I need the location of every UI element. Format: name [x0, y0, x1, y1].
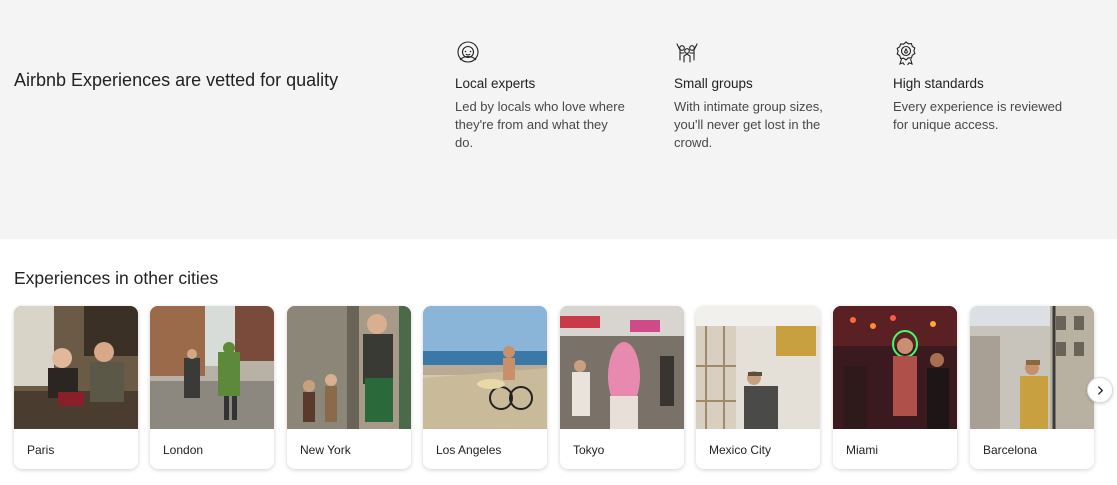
city-photo: [423, 306, 547, 429]
cities-heading: Experiences in other cities: [14, 268, 219, 288]
city-photo: [14, 306, 138, 429]
feature-small-groups: Small groups With intimate group sizes, …: [674, 40, 864, 152]
feature-description: Every experience is reviewed for unique …: [893, 99, 1063, 132]
city-name: Miami: [846, 443, 878, 457]
city-card-london[interactable]: London: [150, 306, 274, 469]
city-card-paris[interactable]: Paris: [14, 306, 138, 469]
high-standards-icon: [893, 40, 919, 66]
chevron-right-icon: [1097, 385, 1103, 395]
local-expert-icon: [455, 40, 481, 66]
feature-description: Led by locals who love where they're fro…: [455, 99, 625, 150]
city-photo: [287, 306, 411, 429]
city-card-los-angeles[interactable]: Los Angeles: [423, 306, 547, 469]
city-name: London: [163, 443, 204, 457]
city-photo: [833, 306, 957, 429]
city-card-tokyo[interactable]: Tokyo: [560, 306, 684, 469]
quality-section: Airbnb Experiences are vetted for qualit…: [0, 0, 1117, 239]
city-name: Barcelona: [983, 443, 1038, 457]
city-photo: [970, 306, 1094, 429]
city-card-barcelona[interactable]: Barcelona: [970, 306, 1094, 469]
feature-title: High standards: [893, 76, 984, 91]
feature-local-experts: Local experts Led by locals who love whe…: [455, 40, 645, 152]
feature-title: Local experts: [455, 76, 536, 91]
small-groups-icon: [674, 40, 700, 66]
city-photo: [150, 306, 274, 429]
city-name: Paris: [27, 443, 55, 457]
city-name: Mexico City: [709, 443, 772, 457]
carousel-next-button[interactable]: [1087, 377, 1113, 403]
city-photo: [696, 306, 820, 429]
feature-title: Small groups: [674, 76, 753, 91]
city-name: Tokyo: [573, 443, 605, 457]
city-name: New York: [300, 443, 351, 457]
city-card-miami[interactable]: Miami: [833, 306, 957, 469]
quality-heading: Airbnb Experiences are vetted for qualit…: [14, 70, 339, 90]
city-card-new-york[interactable]: New York: [287, 306, 411, 469]
city-card-mexico-city[interactable]: Mexico City: [696, 306, 820, 469]
feature-description: With intimate group sizes, you'll never …: [674, 99, 823, 150]
city-photo: [560, 306, 684, 429]
feature-high-standards: High standards Every experience is revie…: [893, 40, 1083, 134]
city-name: Los Angeles: [436, 443, 502, 457]
